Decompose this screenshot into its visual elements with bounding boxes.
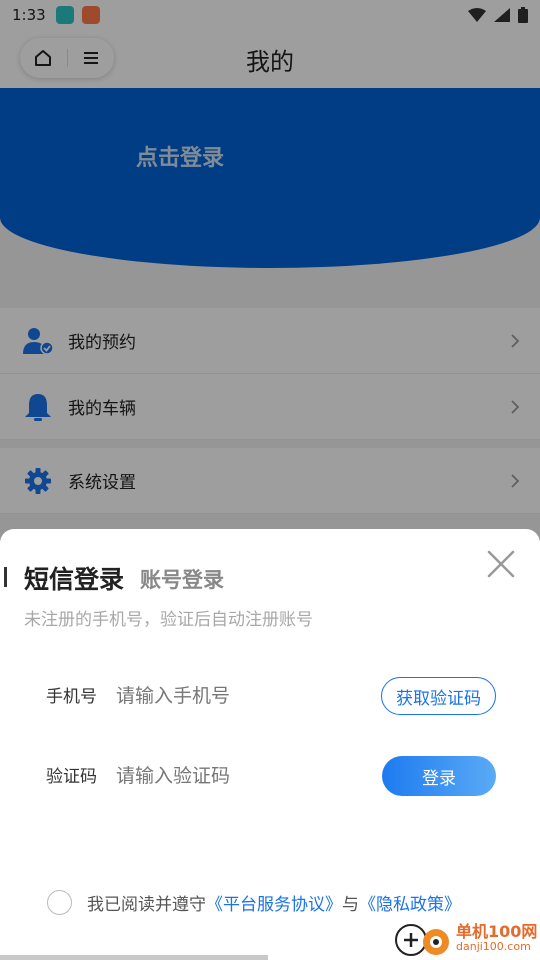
watermark: 单机100网 danji100.com (394, 916, 540, 960)
get-code-button[interactable]: 获取验证码 (381, 677, 496, 715)
login-sheet: 短信登录 账号登录 未注册的手机号，验证后自动注册账号 手机号 获取验证码 验证… (0, 529, 540, 960)
watermark-sub: danji100.com (456, 939, 531, 953)
phone-input[interactable] (116, 682, 366, 710)
privacy-policy-link[interactable]: 《隐私政策》 (359, 890, 461, 915)
tab-indicator (4, 567, 7, 587)
agreement-checkbox[interactable] (47, 890, 72, 915)
login-button[interactable]: 登录 (382, 756, 496, 796)
home-indicator (0, 955, 268, 960)
service-agreement-link[interactable]: 《平台服务协议》 (206, 890, 342, 915)
agreement-prefix: 我已阅读并遵守 (87, 895, 206, 915)
tab-sms-login[interactable]: 短信登录 (24, 560, 124, 596)
tab-account-login[interactable]: 账号登录 (140, 564, 224, 594)
code-label: 验证码 (46, 767, 97, 787)
register-hint: 未注册的手机号，验证后自动注册账号 (24, 610, 313, 630)
code-input[interactable] (116, 762, 366, 790)
close-icon (487, 550, 515, 578)
watermark-main: 单机100网 (456, 922, 538, 942)
phone-label: 手机号 (46, 687, 97, 707)
watermark-text: 单机100网 danji100.com (456, 923, 537, 953)
agreement-conjunction: 与 (342, 895, 359, 915)
watermark-logo (394, 918, 456, 958)
close-button[interactable] (484, 547, 518, 581)
agreement-row: 我已阅读并遵守 《平台服务协议》 与 《隐私政策》 (47, 890, 461, 915)
